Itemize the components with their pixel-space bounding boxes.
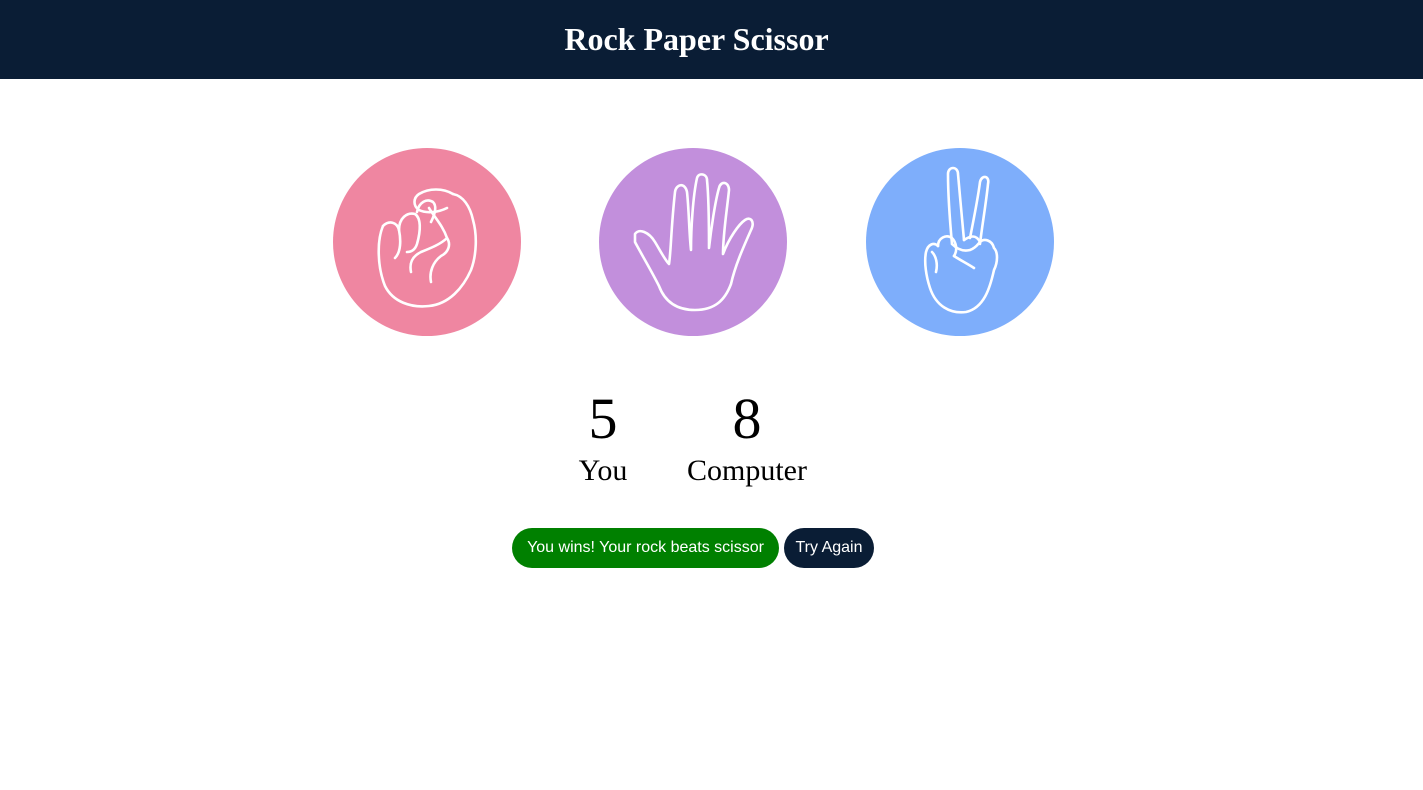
- user-score-block: 5 You: [553, 384, 653, 488]
- page-title: Rock Paper Scissor: [564, 21, 829, 57]
- computer-score-block: 8 Computer: [672, 384, 822, 488]
- scissor-hand-icon: [866, 148, 1054, 336]
- computer-score-label: Computer: [687, 454, 807, 487]
- user-score: 5: [588, 386, 618, 451]
- result-row: You wins! Your rock beats scissor Try Ag…: [0, 528, 1423, 568]
- result-message: You wins! Your rock beats scissor: [512, 528, 779, 568]
- scissor-choice-button[interactable]: [866, 148, 1054, 336]
- rock-choice-button[interactable]: [333, 148, 521, 336]
- paper-hand-icon: [599, 148, 787, 336]
- paper-choice-button[interactable]: [599, 148, 787, 336]
- computer-score: 8: [732, 386, 762, 451]
- rock-hand-icon: [333, 148, 521, 336]
- user-score-label: You: [578, 454, 628, 487]
- try-again-button[interactable]: Try Again: [784, 528, 874, 568]
- app-header: Rock Paper Scissor: [0, 0, 1423, 79]
